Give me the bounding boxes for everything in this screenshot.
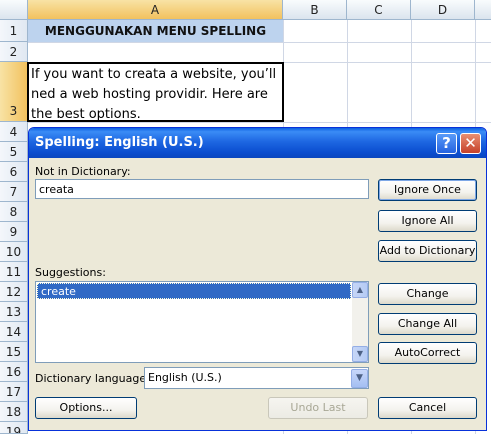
row-header-7[interactable]: 7	[0, 182, 28, 202]
select-all-corner[interactable]	[0, 0, 28, 20]
row-header-14[interactable]: 14	[0, 322, 28, 342]
title-cell-a1[interactable]: MENGGUNAKAN MENU SPELLING	[28, 20, 283, 42]
row-header-9[interactable]: 9	[0, 222, 28, 242]
autocorrect-button[interactable]: AutoCorrect	[378, 342, 477, 364]
dictionary-language-select[interactable]: English (U.S.)	[144, 367, 369, 389]
row-header-3[interactable]: 3	[0, 62, 28, 122]
row-header-18[interactable]: 18	[0, 402, 28, 422]
dialog-titlebar[interactable]: Spelling: English (U.S.)	[29, 128, 486, 158]
active-cell-a3[interactable]: If you want to creata a website, you’ll …	[27, 62, 284, 122]
dialog-title: Spelling: English (U.S.)	[35, 135, 204, 150]
row-header-6[interactable]: 6	[0, 162, 28, 182]
row-header-15[interactable]: 15	[0, 342, 28, 362]
close-icon: ✕	[464, 134, 477, 152]
close-button[interactable]: ✕	[460, 133, 481, 154]
row-header-16[interactable]: 16	[0, 362, 28, 382]
scroll-up-arrow-icon[interactable]: ▲	[352, 282, 368, 298]
row-header-5[interactable]: 5	[0, 142, 28, 162]
not-in-dictionary-field[interactable]: creata	[35, 179, 369, 199]
row-header-17[interactable]: 17	[0, 382, 28, 402]
row-header-4[interactable]: 4	[0, 122, 28, 142]
suggestion-item[interactable]: create	[37, 283, 351, 299]
not-in-dictionary-label: Not in Dictionary:	[35, 165, 131, 178]
dictionary-language-label: Dictionary language:	[35, 372, 150, 385]
help-icon: ?	[442, 134, 451, 152]
suggestions-label: Suggestions:	[35, 266, 106, 279]
column-header-c[interactable]: C	[347, 0, 411, 20]
options-button[interactable]: Options...	[35, 397, 137, 419]
change-button[interactable]: Change	[378, 283, 477, 305]
column-header-d[interactable]: D	[411, 0, 475, 20]
add-to-dictionary-button[interactable]: Add to Dictionary	[378, 240, 477, 262]
row-header-19[interactable]: 19	[0, 422, 28, 434]
spelling-dialog: Spelling: English (U.S.) ? ✕ Not in Dict…	[28, 127, 487, 431]
column-header-a[interactable]: A	[28, 0, 283, 20]
ignore-once-button[interactable]: Ignore Once	[378, 179, 477, 201]
row-header-8[interactable]: 8	[0, 202, 28, 222]
ignore-all-button[interactable]: Ignore All	[378, 210, 477, 232]
scroll-down-arrow-icon[interactable]: ▼	[352, 346, 368, 362]
column-header-e-partial[interactable]	[475, 0, 491, 20]
chevron-down-icon[interactable]: ▼	[351, 369, 368, 388]
row-header-13[interactable]: 13	[0, 302, 28, 322]
row-header-10[interactable]: 10	[0, 242, 28, 262]
undo-last-button: Undo Last	[268, 397, 368, 419]
dictionary-language-value: English (U.S.)	[148, 371, 222, 384]
suggestions-list[interactable]: create ▲ ▼	[35, 281, 369, 363]
help-button[interactable]: ?	[436, 133, 457, 154]
row-header-11[interactable]: 11	[0, 262, 28, 282]
row-header-2[interactable]: 2	[0, 42, 28, 62]
cancel-button[interactable]: Cancel	[378, 397, 477, 419]
row-header-1[interactable]: 1	[0, 20, 28, 42]
column-header-b[interactable]: B	[283, 0, 347, 20]
gridline	[28, 42, 491, 43]
change-all-button[interactable]: Change All	[378, 313, 477, 335]
row-header-12[interactable]: 12	[0, 282, 28, 302]
